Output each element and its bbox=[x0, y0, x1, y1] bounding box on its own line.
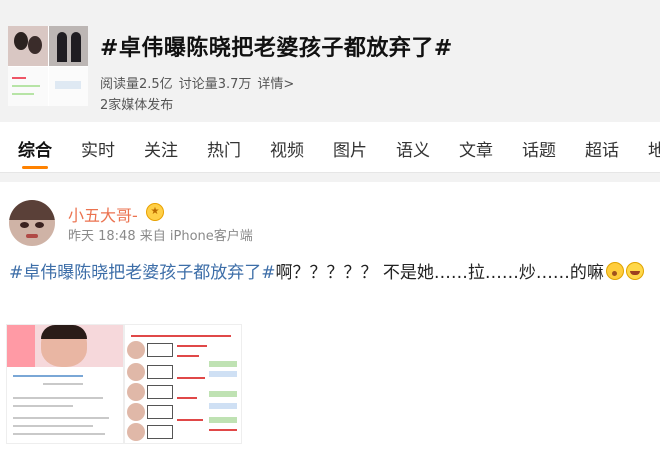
post-time[interactable]: 昨天 18:48 bbox=[68, 229, 136, 244]
post-body: 啊？？？？？ 不是她……拉……炒……的嘛 bbox=[275, 263, 604, 283]
post-card: 小五大哥- ★ 昨天 18:48 来自 iPhone客户端 #卓伟曝陈晓把老婆孩… bbox=[0, 182, 660, 466]
tab-all[interactable]: 综合 bbox=[18, 136, 52, 161]
tab-hot[interactable]: 热门 bbox=[207, 136, 241, 161]
tab-location[interactable]: 地 bbox=[648, 136, 660, 161]
topic-stats: 阅读量2.5亿 讨论量3.7万 详情> bbox=[100, 73, 300, 92]
surprise-emoji-icon bbox=[605, 262, 624, 280]
topic-header: #卓伟曝陈晓把老婆孩子都放弃了# 阅读量2.5亿 讨论量3.7万 详情> 2家媒体发… bbox=[0, 0, 660, 122]
tab-articles[interactable]: 文章 bbox=[459, 136, 493, 161]
avatar[interactable] bbox=[9, 200, 55, 246]
read-count: 阅读量2.5亿 bbox=[100, 77, 173, 92]
post-hashtag-link[interactable]: #卓伟曝陈晓把老婆孩子都放弃了# bbox=[9, 263, 276, 283]
topic-thumbnail[interactable] bbox=[8, 26, 88, 106]
username[interactable]: 小五大哥- bbox=[68, 202, 138, 226]
post-image-2[interactable] bbox=[124, 324, 242, 444]
tab-images[interactable]: 图片 bbox=[333, 136, 367, 161]
detail-link[interactable]: 详情> bbox=[257, 77, 294, 92]
post-text: #卓伟曝陈晓把老婆孩子都放弃了#啊？？？？？ 不是她……拉……炒……的嘛 bbox=[9, 260, 649, 286]
tab-following[interactable]: 关注 bbox=[144, 136, 178, 161]
tab-semantic[interactable]: 语义 bbox=[396, 136, 430, 161]
laugh-emoji-icon bbox=[625, 262, 644, 280]
tab-topics[interactable]: 话题 bbox=[522, 136, 556, 161]
topic-title: #卓伟曝陈晓把老婆孩子都放弃了# bbox=[100, 36, 453, 61]
post-client: 来自 iPhone客户端 bbox=[139, 229, 253, 244]
post-image-1[interactable] bbox=[6, 324, 124, 444]
comment-count: 讨论量3.7万 bbox=[178, 77, 252, 92]
tab-video[interactable]: 视频 bbox=[270, 136, 304, 161]
member-badge-icon[interactable]: ★ bbox=[146, 203, 164, 221]
tab-realtime[interactable]: 实时 bbox=[81, 136, 115, 161]
tab-supertopic[interactable]: 超话 bbox=[585, 136, 619, 161]
topic-source: 2家媒体发布 bbox=[100, 98, 174, 113]
tab-bar: 综合 实时 关注 热门 视频 图片 语义 文章 话题 超话 地 bbox=[0, 122, 660, 173]
post-meta: 昨天 18:48 来自 iPhone客户端 bbox=[68, 225, 253, 244]
active-tab-indicator bbox=[22, 166, 48, 169]
